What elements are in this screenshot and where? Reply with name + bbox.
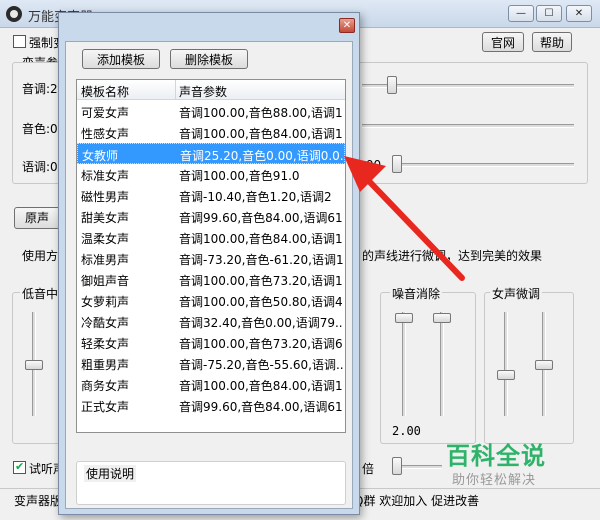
watermark-brand: 百科全说 [446,442,546,470]
watermark-slogan: 助你轻松解决 [452,473,537,488]
